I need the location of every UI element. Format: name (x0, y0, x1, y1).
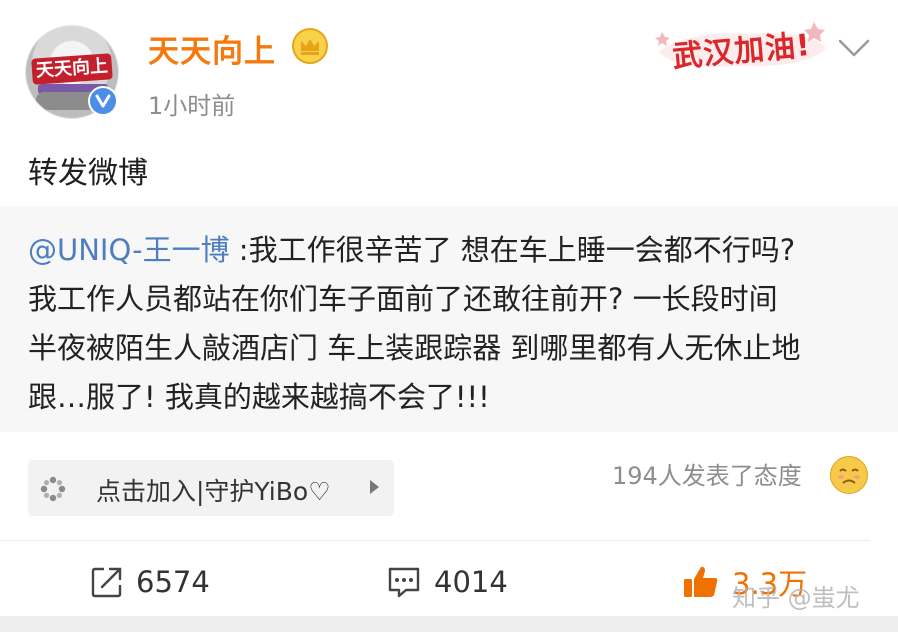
topic-chip[interactable]: 点击加入|守护YiBo♡ (28, 460, 394, 516)
comment-button[interactable]: 4014 (386, 560, 508, 604)
divider (0, 540, 870, 541)
like-icon (684, 566, 718, 597)
comment-count: 4014 (434, 565, 508, 599)
chevron-down-icon[interactable] (836, 36, 872, 60)
repost-box[interactable]: @UNIQ-王一博 :我工作很辛苦了 想在车上睡一会都不行吗? 我工作人员都站在… (0, 206, 898, 432)
avatar-logo-text: 天天向上 (31, 53, 113, 85)
wuhan-badge: 武汉加油! (648, 12, 834, 76)
post-text: 转发微博 (28, 156, 148, 191)
comment-icon (388, 567, 420, 598)
reactions-summary[interactable]: 194人发表了态度 (612, 456, 802, 491)
emoji-icon[interactable] (830, 456, 868, 494)
topic-label: 点击加入|守护YiBo♡ (96, 477, 331, 506)
topic-icon (40, 476, 66, 502)
crown-icon[interactable] (292, 28, 328, 64)
repost-count: 6574 (136, 565, 210, 599)
post-time: 1小时前 (148, 92, 236, 120)
chevron-right-icon (370, 480, 379, 494)
repost-icon (91, 567, 122, 598)
verified-icon (88, 86, 118, 116)
mention-link[interactable]: @UNIQ-王一博 (28, 233, 230, 267)
bottom-strip (0, 616, 898, 632)
repost-body: @UNIQ-王一博 :我工作很辛苦了 想在车上睡一会都不行吗? 我工作人员都站在… (28, 226, 878, 422)
username[interactable]: 天天向上 (148, 26, 276, 71)
watermark: 知乎 @蚩尤 (732, 584, 860, 612)
repost-button[interactable]: 6574 (90, 560, 210, 604)
